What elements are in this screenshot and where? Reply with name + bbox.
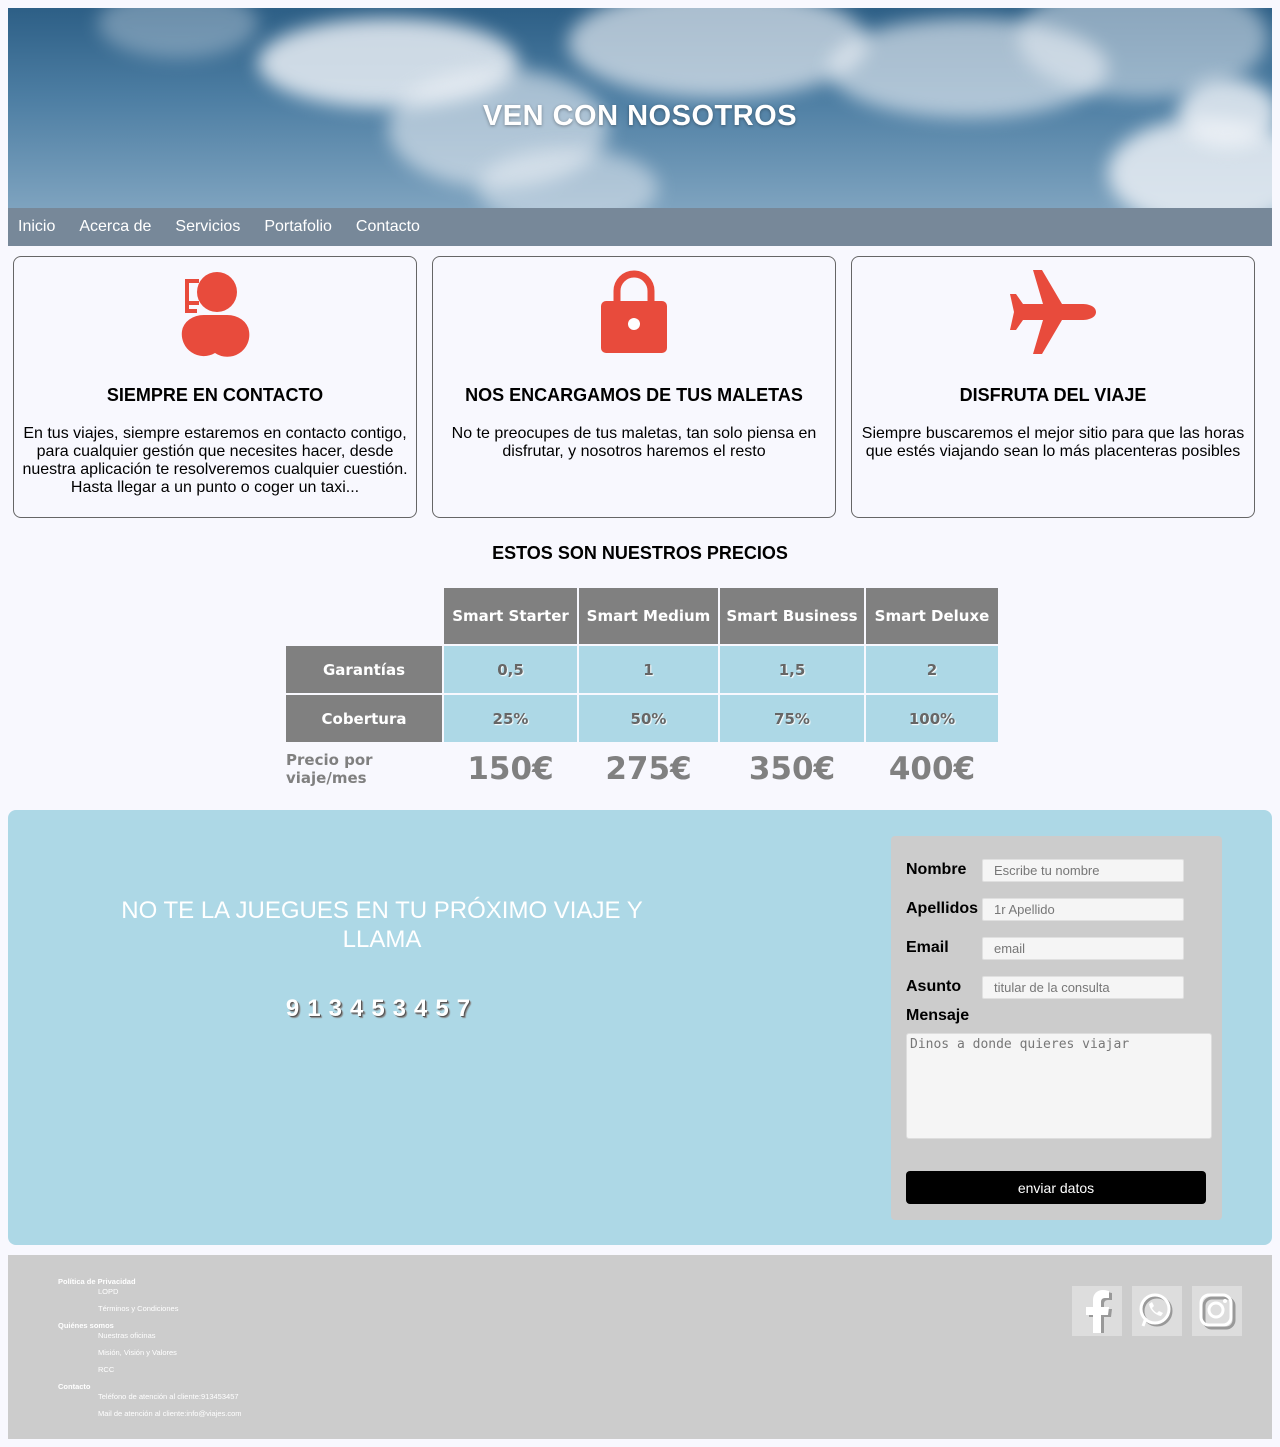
nav-item-portafolio[interactable]: Portafolio bbox=[264, 218, 332, 236]
footer-link[interactable]: RCC bbox=[58, 1365, 242, 1375]
nav-item-contacto[interactable]: Contacto bbox=[356, 218, 420, 236]
nombre-field[interactable]: Escribe tu nombre bbox=[982, 859, 1184, 882]
price-row: Precio por viaje/mes 150€ 275€ 350€ 400€ bbox=[284, 742, 1000, 796]
submit-button[interactable]: enviar datos bbox=[906, 1171, 1206, 1204]
nombre-label: Nombre bbox=[906, 861, 967, 878]
footer-heading[interactable]: Política de Privacidad bbox=[58, 1277, 242, 1287]
plan-header: Smart Business bbox=[718, 586, 866, 646]
hero-title: VEN CON NOSOTROS bbox=[482, 100, 798, 132]
facebook-icon[interactable] bbox=[1072, 1286, 1122, 1336]
feature-card-contact: SIEMPRE EN CONTACTO En tus viajes, siemp… bbox=[13, 256, 417, 518]
contact-form: Nombre Escribe tu nombre Apellidos 1r Ap… bbox=[891, 836, 1222, 1220]
table-cell: 2 bbox=[864, 644, 1000, 695]
plan-header: Smart Starter bbox=[442, 586, 579, 646]
table-cell: 1,5 bbox=[718, 644, 866, 695]
mensaje-label: Mensaje bbox=[906, 1007, 970, 1024]
footer-link[interactable]: Términos y Condiciones bbox=[58, 1304, 242, 1314]
footer-link[interactable]: Misión, Visión y Valores bbox=[58, 1348, 242, 1358]
plan-header: Smart Deluxe bbox=[864, 586, 1000, 646]
nav-item-inicio[interactable]: Inicio bbox=[18, 218, 55, 236]
apellidos-field[interactable]: 1r Apellido bbox=[982, 898, 1184, 921]
hero-banner: VEN CON NOSOTROS bbox=[8, 8, 1272, 208]
whatsapp-icon[interactable] bbox=[1132, 1286, 1182, 1336]
table-cell: 25% bbox=[442, 693, 579, 744]
row-label: Garantías bbox=[284, 644, 444, 695]
table-cell: 50% bbox=[577, 693, 720, 744]
phone-number[interactable]: 913453457 bbox=[82, 995, 682, 1023]
asunto-field[interactable]: titular de la consulta bbox=[982, 976, 1184, 999]
price-value: 150€ bbox=[442, 742, 579, 796]
footer: Política de Privacidad LOPD Términos y C… bbox=[8, 1255, 1272, 1439]
table-cell: 75% bbox=[718, 693, 866, 744]
feature-text: No te preocupes de tus maletas, tan solo… bbox=[451, 425, 817, 460]
pricing-title: ESTOS SON NUESTROS PRECIOS bbox=[492, 543, 788, 563]
instagram-icon[interactable] bbox=[1192, 1286, 1242, 1336]
main-nav: Inicio Acerca de Servicios Portafolio Co… bbox=[8, 208, 1272, 246]
footer-heading[interactable]: Contacto bbox=[58, 1382, 242, 1392]
footer-heading[interactable]: Quiénes somos bbox=[58, 1321, 242, 1331]
airplane-icon bbox=[852, 269, 1254, 357]
feature-card-trip: DISFRUTA DEL VIAJE Siempre buscaremos el… bbox=[851, 256, 1255, 518]
price-value: 400€ bbox=[864, 742, 1000, 796]
contact-cta: NO TE LA JUEGUES EN TU PRÓXIMO VIAJE Y L… bbox=[121, 897, 643, 953]
feature-title: SIEMPRE EN CONTACTO bbox=[106, 385, 324, 405]
footer-link[interactable]: Teléfono de atención al cliente:91345345… bbox=[58, 1392, 242, 1402]
table-cell: 100% bbox=[864, 693, 1000, 744]
apellidos-label: Apellidos bbox=[906, 900, 979, 917]
table-row: Garantías 0,5 1 1,5 2 bbox=[284, 644, 1000, 695]
table-cell: 0,5 bbox=[442, 644, 579, 695]
feature-title: NOS ENCARGAMOS DE TUS MALETAS bbox=[465, 385, 803, 405]
table-row: Cobertura 25% 50% 75% 100% bbox=[284, 693, 1000, 744]
email-label: Email bbox=[906, 939, 949, 956]
contact-section: NO TE LA JUEGUES EN TU PRÓXIMO VIAJE Y L… bbox=[8, 810, 1272, 1245]
footer-link[interactable]: Nuestras oficinas bbox=[58, 1331, 242, 1341]
feature-title: DISFRUTA DEL VIAJE bbox=[959, 385, 1147, 405]
lock-icon bbox=[433, 269, 835, 357]
footer-link[interactable]: Mail de atención al cliente:info@viajes.… bbox=[58, 1409, 242, 1419]
table-corner bbox=[284, 586, 444, 646]
row-label: Cobertura bbox=[284, 693, 444, 744]
nav-item-servicios[interactable]: Servicios bbox=[175, 218, 240, 236]
table-cell: 1 bbox=[577, 644, 720, 695]
feature-card-luggage: NOS ENCARGAMOS DE TUS MALETAS No te preo… bbox=[432, 256, 836, 518]
price-label: Precio por viaje/mes bbox=[284, 742, 444, 796]
footer-link[interactable]: LOPD bbox=[58, 1287, 242, 1297]
pricing-table: Smart Starter Smart Medium Smart Busines… bbox=[284, 586, 1000, 796]
mensaje-textarea[interactable]: Dinos a donde quieres viajar bbox=[906, 1033, 1212, 1139]
asunto-label: Asunto bbox=[906, 978, 962, 995]
price-value: 275€ bbox=[577, 742, 720, 796]
price-value: 350€ bbox=[718, 742, 866, 796]
support-agent-icon bbox=[14, 269, 416, 357]
feature-text: Siempre buscaremos el mejor sitio para q… bbox=[861, 425, 1245, 460]
nav-item-acerca[interactable]: Acerca de bbox=[79, 218, 151, 236]
email-field[interactable]: email bbox=[982, 937, 1184, 960]
plan-header: Smart Medium bbox=[577, 586, 720, 646]
feature-text: En tus viajes, siempre estaremos en cont… bbox=[22, 425, 408, 496]
footer-links: Política de Privacidad LOPD Términos y C… bbox=[58, 1277, 242, 1426]
